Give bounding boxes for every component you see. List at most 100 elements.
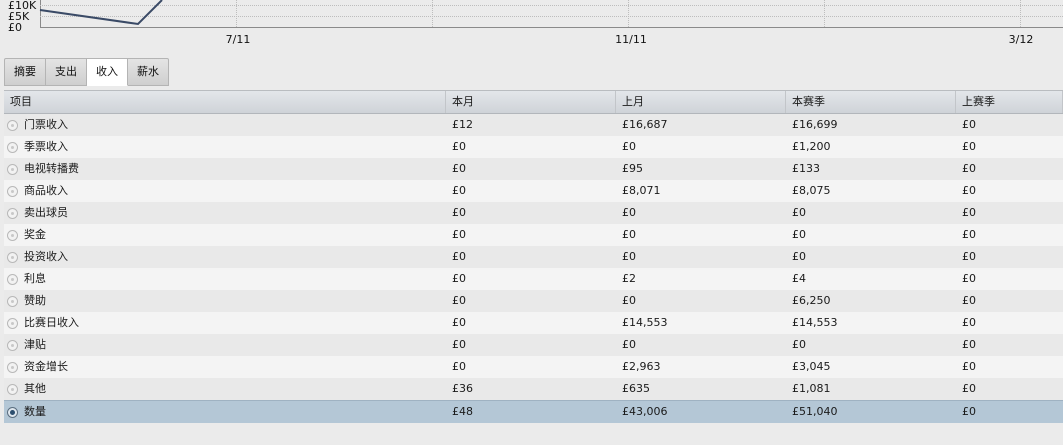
row-label: 奖金 [24,228,46,241]
cell-last-month: £95 [622,162,643,175]
column-header-last-season[interactable]: 上赛季 [956,91,1063,113]
cell-this-season: £0 [792,206,806,219]
cell-last-month: £0 [622,294,636,307]
table-body: 门票收入 £12 £16,687 £16,699 £0 季票收入 £0 £0 £1,200 £0 电… [4,114,1063,423]
table-row[interactable]: 利息 £0 £2 £4 £0 [4,268,1063,290]
row-select-radio-icon[interactable] [7,273,18,285]
cell-last-season: £0 [962,140,976,153]
row-label-cell: 资金增长 [4,356,446,378]
cell-last-month: £0 [622,338,636,351]
cell-last-season: £0 [962,382,976,395]
row-select-radio-icon[interactable] [7,185,18,197]
cell-this-season: £0 [792,228,806,241]
cell-last-season: £0 [962,184,976,197]
row-label-cell: 投资收入 [4,246,446,268]
table-row-total[interactable]: 数量 £48 £43,006 £51,040 £0 [4,400,1063,423]
cell-last-season: £0 [962,228,976,241]
cell-this-month: £0 [452,316,466,329]
table-row[interactable]: 津贴 £0 £0 £0 £0 [4,334,1063,356]
table-row[interactable]: 季票收入 £0 £0 £1,200 £0 [4,136,1063,158]
table-row[interactable]: 赞助 £0 £0 £6,250 £0 [4,290,1063,312]
row-select-radio-icon[interactable] [7,295,18,307]
table-header: 项目 本月 上月 本赛季 上赛季 [4,90,1063,114]
row-select-radio-icon[interactable] [7,251,18,263]
cell-this-season: £1,200 [792,140,831,153]
cell-this-month: £12 [452,118,473,131]
table-row[interactable]: 投资收入 £0 £0 £0 £0 [4,246,1063,268]
tab-income[interactable]: 收入 [87,58,128,86]
cell-last-month: £43,006 [622,405,668,418]
table-row[interactable]: 商品收入 £0 £8,071 £8,075 £0 [4,180,1063,202]
cell-this-month: £0 [452,162,466,175]
row-select-radio-icon[interactable] [7,406,18,418]
x-tick-label: 3/12 [1008,33,1034,46]
tab-summary[interactable]: 摘要 [4,58,46,86]
cell-this-season: £0 [792,338,806,351]
row-label: 投资收入 [24,250,68,263]
column-header-this-season[interactable]: 本赛季 [786,91,956,113]
cell-this-season: £133 [792,162,820,175]
x-tick-label: 7/11 [225,33,251,46]
row-select-radio-icon[interactable] [7,339,18,351]
cell-this-season: £0 [792,250,806,263]
tab-expenses[interactable]: 支出 [46,58,87,86]
chart-canvas [39,0,1063,28]
row-label-cell: 津贴 [4,334,446,356]
row-label: 卖出球员 [24,206,68,219]
table-row[interactable]: 电视转播费 £0 £95 £133 £0 [4,158,1063,180]
row-label-cell: 利息 [4,268,446,290]
row-label: 利息 [24,272,46,285]
cell-last-month: £0 [622,250,636,263]
cell-last-season: £0 [962,250,976,263]
cell-this-season: £16,699 [792,118,838,131]
row-select-radio-icon[interactable] [7,361,18,373]
cell-last-month: £16,687 [622,118,668,131]
cell-this-month: £36 [452,382,473,395]
column-header-this-month[interactable]: 本月 [446,91,616,113]
row-select-radio-icon[interactable] [7,207,18,219]
cell-this-season: £6,250 [792,294,831,307]
row-label-cell: 门票收入 [4,114,446,136]
cell-this-month: £0 [452,294,466,307]
row-select-radio-icon[interactable] [7,383,18,395]
table-row[interactable]: 比赛日收入 £0 £14,553 £14,553 £0 [4,312,1063,334]
cell-this-month: £0 [452,206,466,219]
row-label: 门票收入 [24,118,68,131]
row-label-cell: 季票收入 [4,136,446,158]
cell-this-season: £3,045 [792,360,831,373]
row-label: 其他 [24,382,46,395]
table-row[interactable]: 卖出球员 £0 £0 £0 £0 [4,202,1063,224]
table-row[interactable]: 资金增长 £0 £2,963 £3,045 £0 [4,356,1063,378]
row-label-cell: 卖出球员 [4,202,446,224]
column-header-item[interactable]: 项目 [4,91,446,113]
row-select-radio-icon[interactable] [7,163,18,175]
cell-last-season: £0 [962,294,976,307]
cell-this-month: £0 [452,140,466,153]
table-row[interactable]: 其他 £36 £635 £1,081 £0 [4,378,1063,400]
cell-last-season: £0 [962,206,976,219]
cell-last-month: £2 [622,272,636,285]
y-tick-label: £0 [8,21,22,34]
cell-last-season: £0 [962,272,976,285]
cell-this-month: £48 [452,405,473,418]
cell-last-month: £8,071 [622,184,661,197]
row-label-cell: 商品收入 [4,180,446,202]
row-select-radio-icon[interactable] [7,229,18,241]
row-label-cell: 比赛日收入 [4,312,446,334]
row-label-cell: 电视转播费 [4,158,446,180]
column-header-last-month[interactable]: 上月 [616,91,786,113]
row-label-cell: 赞助 [4,290,446,312]
cell-this-month: £0 [452,338,466,351]
cell-last-season: £0 [962,360,976,373]
table-row[interactable]: 奖金 £0 £0 £0 £0 [4,224,1063,246]
row-select-radio-icon[interactable] [7,317,18,329]
table-row[interactable]: 门票收入 £12 £16,687 £16,699 £0 [4,114,1063,136]
cell-last-season: £0 [962,405,976,418]
income-table: 项目 本月 上月 本赛季 上赛季 门票收入 £12 £16,687 £16,699 £0… [4,90,1063,423]
cell-last-month: £14,553 [622,316,668,329]
finance-tabs: 摘要 支出 收入 薪水 [4,58,169,86]
tab-wages[interactable]: 薪水 [128,58,169,86]
cell-last-month: £2,963 [622,360,661,373]
row-select-radio-icon[interactable] [7,119,18,131]
row-select-radio-icon[interactable] [7,141,18,153]
